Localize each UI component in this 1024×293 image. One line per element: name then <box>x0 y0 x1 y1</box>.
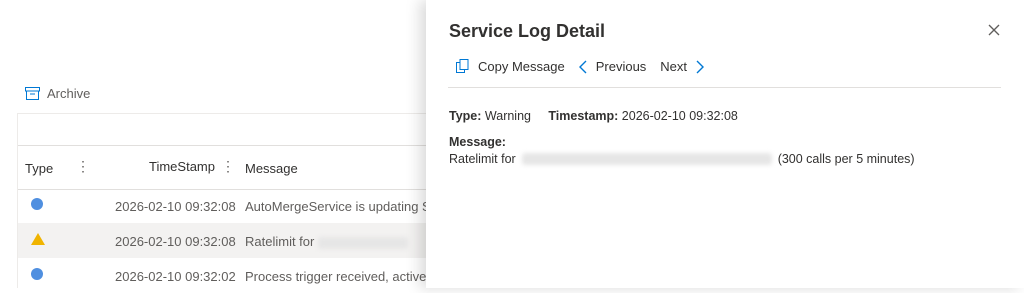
next-button[interactable]: Next <box>660 59 705 74</box>
row-message: AutoMergeService is updating S <box>245 199 431 214</box>
row-timestamp: 2026-02-10 09:32:02 <box>115 269 236 284</box>
message-prefix: Ratelimit for <box>449 152 516 166</box>
column-header-type[interactable]: Type <box>25 161 53 176</box>
type-value: Warning <box>484 109 531 123</box>
copy-message-button[interactable]: Copy Message <box>456 59 565 74</box>
archive-icon <box>25 87 40 100</box>
message-suffix: (300 calls per 5 minutes) <box>777 152 915 166</box>
message-label: Message: <box>449 135 506 149</box>
table-row[interactable]: 2026-02-10 09:32:08 AutoMergeService is … <box>18 188 458 223</box>
column-menu-icon[interactable]: ⋮ <box>76 158 90 175</box>
info-icon <box>31 268 45 282</box>
log-grid: Type ⋮ TimeStamp ⋮ Message 2026-02-10 09… <box>17 113 458 288</box>
timestamp-value: 2026-02-10 09:32:08 <box>621 109 738 123</box>
panel-title: Service Log Detail <box>449 21 606 41</box>
copy-icon <box>456 59 469 73</box>
timestamp-label: Timestamp: <box>548 109 619 123</box>
row-message-text: Ratelimit for <box>245 234 315 249</box>
column-header-timestamp[interactable]: TimeStamp ⋮ <box>149 158 235 175</box>
service-log-detail-panel: Service Log Detail Copy Message Previous… <box>426 0 1024 288</box>
previous-button[interactable]: Previous <box>578 59 647 74</box>
close-icon[interactable] <box>986 22 1002 38</box>
previous-label: Previous <box>595 59 647 74</box>
grid-header: Type ⋮ TimeStamp ⋮ Message <box>18 145 458 190</box>
row-message: Ratelimit for <box>245 234 408 249</box>
row-message: Process trigger received, active <box>245 269 427 284</box>
chevron-right-icon <box>696 60 705 73</box>
warning-icon <box>31 233 45 247</box>
column-header-timestamp-label: TimeStamp <box>149 159 215 174</box>
redacted-text <box>521 153 772 165</box>
archive-button[interactable]: Archive <box>25 86 90 101</box>
copy-message-label: Copy Message <box>478 59 565 74</box>
panel-divider <box>448 87 1001 88</box>
column-menu-icon[interactable]: ⋮ <box>221 158 235 175</box>
grid-top-rule <box>18 113 458 114</box>
chevron-left-icon <box>578 60 587 73</box>
row-timestamp: 2026-02-10 09:32:08 <box>115 234 236 249</box>
message-text: Ratelimit for (300 calls per 5 minutes) <box>449 152 915 166</box>
type-label: Type: <box>449 109 482 123</box>
info-icon <box>31 198 45 212</box>
row-timestamp: 2026-02-10 09:32:08 <box>115 199 236 214</box>
archive-label: Archive <box>47 86 91 101</box>
redacted-text <box>317 236 408 249</box>
type-timestamp-line: Type: Warning Timestamp: 2026-02-10 09:3… <box>449 109 738 123</box>
next-label: Next <box>660 59 688 74</box>
panel-toolbar: Copy Message Previous Next <box>456 59 705 74</box>
table-row[interactable]: 2026-02-10 09:32:08 Ratelimit for <box>18 223 458 258</box>
column-header-message[interactable]: Message <box>245 161 298 176</box>
